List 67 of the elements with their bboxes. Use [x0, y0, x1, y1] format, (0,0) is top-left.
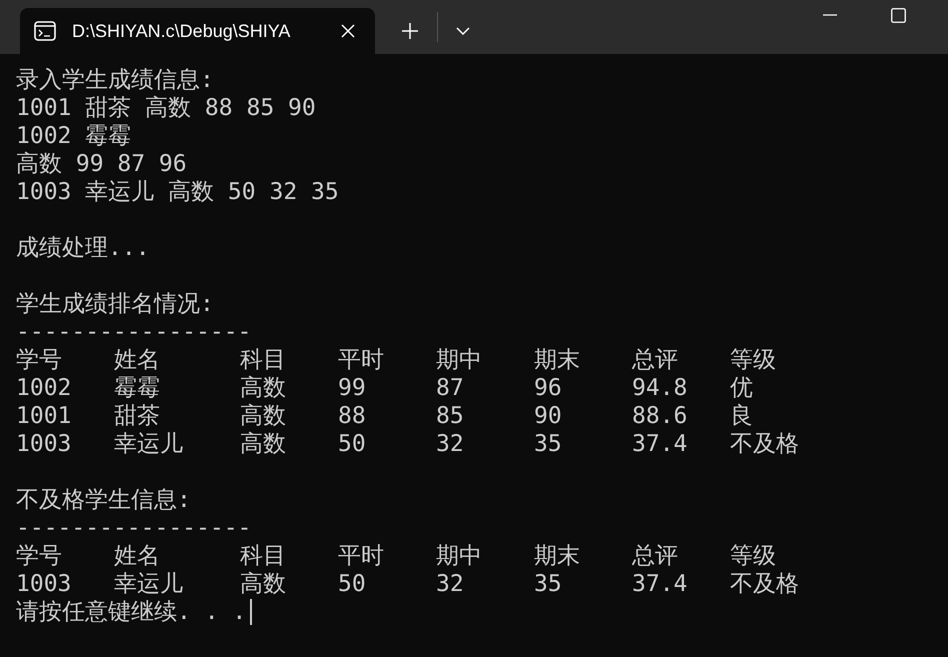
- table-cell: 不及格: [730, 570, 799, 598]
- table-cell: 姓名: [114, 542, 160, 570]
- table-cell: 88: [338, 402, 366, 430]
- table-cell: 32: [436, 570, 464, 598]
- console-line: 学生成绩排名情况:: [16, 290, 215, 318]
- table-cell: 不及格: [730, 430, 799, 458]
- table-cell: 幸运儿: [114, 570, 183, 598]
- console-line: -----------------: [16, 318, 252, 346]
- dropdown-icon[interactable]: [456, 27, 470, 35]
- table-cell: 1003: [16, 430, 72, 458]
- table-cell: 平时: [338, 542, 384, 570]
- table-cell: 幸运儿: [114, 430, 183, 458]
- table-cell: 良: [730, 402, 753, 430]
- table-cell: 高数: [240, 430, 286, 458]
- table-cell: 1001: [16, 402, 72, 430]
- table-cell: 50: [338, 430, 366, 458]
- console-line: -----------------: [16, 514, 252, 542]
- console-line: 1001 甜茶 高数 88 85 90: [16, 94, 317, 122]
- table-cell: 高数: [240, 402, 286, 430]
- table-cell: 99: [338, 374, 366, 402]
- terminal-tab[interactable]: D:\SHIYAN.c\Debug\SHIYA: [20, 8, 375, 54]
- console-line: 不及格学生信息:: [16, 486, 192, 514]
- table-cell: 总评: [632, 346, 678, 374]
- table-cell: 高数: [240, 570, 286, 598]
- console-line: 录入学生成绩信息:: [16, 66, 215, 94]
- maximize-icon[interactable]: [891, 8, 906, 22]
- table-cell: 88.6: [632, 402, 688, 430]
- table-cell: 等级: [730, 542, 776, 570]
- table-cell: 学号: [16, 542, 62, 570]
- table-cell: 科目: [240, 542, 286, 570]
- minimize-icon[interactable]: [823, 14, 837, 16]
- table-cell: 87: [436, 374, 464, 402]
- table-cell: 等级: [730, 346, 776, 374]
- table-cell: 85: [436, 402, 464, 430]
- table-cell: 学号: [16, 346, 62, 374]
- table-cell: 35: [534, 570, 562, 598]
- table-cell: 50: [338, 570, 366, 598]
- table-cell: 总评: [632, 542, 678, 570]
- console-line: 成绩处理...: [16, 234, 151, 262]
- table-cell: 期中: [436, 542, 482, 570]
- table-cell: 平时: [338, 346, 384, 374]
- table-cell: 94.8: [632, 374, 688, 402]
- terminal-icon: [34, 21, 56, 41]
- table-cell: 期末: [534, 542, 580, 570]
- table-cell: 霉霉: [114, 374, 160, 402]
- table-cell: 96: [534, 374, 562, 402]
- console-line: 请按任意键继续. . .: [16, 598, 246, 626]
- table-cell: 1003: [16, 570, 72, 598]
- table-cell: 姓名: [114, 346, 160, 374]
- table-cell: 优: [730, 374, 753, 402]
- table-cell: 期末: [534, 346, 580, 374]
- table-cell: 高数: [240, 374, 286, 402]
- table-cell: 1002: [16, 374, 72, 402]
- table-cell: 90: [534, 402, 562, 430]
- console-line: 高数 99 87 96: [16, 150, 188, 178]
- console-line: 1002 霉霉: [16, 122, 132, 150]
- table-cell: 甜茶: [114, 402, 160, 430]
- console-line: 1003 幸运儿 高数 50 32 35: [16, 178, 340, 206]
- table-cell: 35: [534, 430, 562, 458]
- text-cursor: [250, 599, 252, 625]
- table-cell: 期中: [436, 346, 482, 374]
- new-tab-icon[interactable]: [401, 22, 419, 40]
- table-cell: 37.4: [632, 430, 688, 458]
- table-cell: 科目: [240, 346, 286, 374]
- close-tab-icon[interactable]: [341, 24, 355, 38]
- table-cell: 37.4: [632, 570, 688, 598]
- table-cell: 32: [436, 430, 464, 458]
